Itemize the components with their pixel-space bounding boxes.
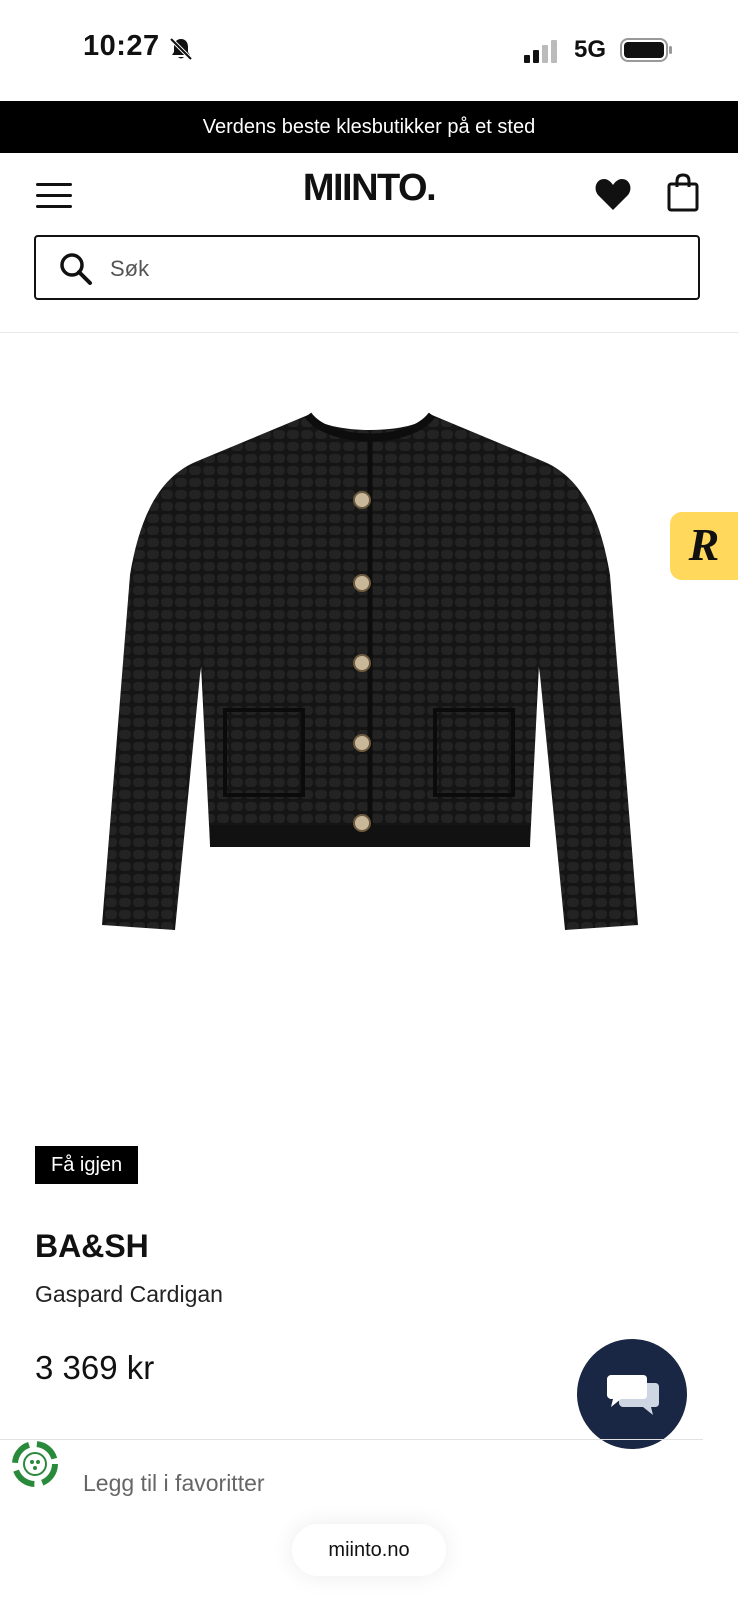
product-tag: Få igjen <box>35 1146 139 1184</box>
eco-badge-icon[interactable] <box>11 1440 59 1488</box>
divider <box>0 332 738 333</box>
r-badge-label: R <box>688 519 720 570</box>
divider <box>0 1439 703 1440</box>
signal-bars-icon <box>524 40 557 63</box>
browser-url[interactable]: miinto.no <box>292 1524 446 1576</box>
heart-icon[interactable] <box>594 176 632 212</box>
search-box[interactable] <box>34 235 700 300</box>
chat-bubbles-icon <box>607 1375 659 1415</box>
chat-button[interactable] <box>577 1339 687 1449</box>
add-to-favorites-link[interactable]: Legg til i favoritter <box>83 1470 265 1497</box>
battery-icon <box>620 38 672 62</box>
search-input[interactable] <box>108 249 672 289</box>
network-type: 5G <box>574 36 607 63</box>
bell-slash-icon <box>169 37 193 61</box>
product-name: Gaspard Cardigan <box>35 1281 223 1307</box>
shopping-bag-icon[interactable] <box>666 173 700 213</box>
product-price: 3 369 kr <box>35 1349 155 1386</box>
product-brand[interactable]: BA&SH <box>35 1228 149 1265</box>
search-icon <box>60 253 92 285</box>
product-image[interactable] <box>90 405 650 965</box>
site-header: MIINTO. <box>0 153 738 237</box>
r-badge-button[interactable]: R <box>670 512 738 580</box>
status-bar: 10:27 5G <box>0 0 738 100</box>
status-time: 10:27 <box>83 30 160 62</box>
promo-banner: Verdens beste klesbutikker på et sted <box>0 101 738 153</box>
